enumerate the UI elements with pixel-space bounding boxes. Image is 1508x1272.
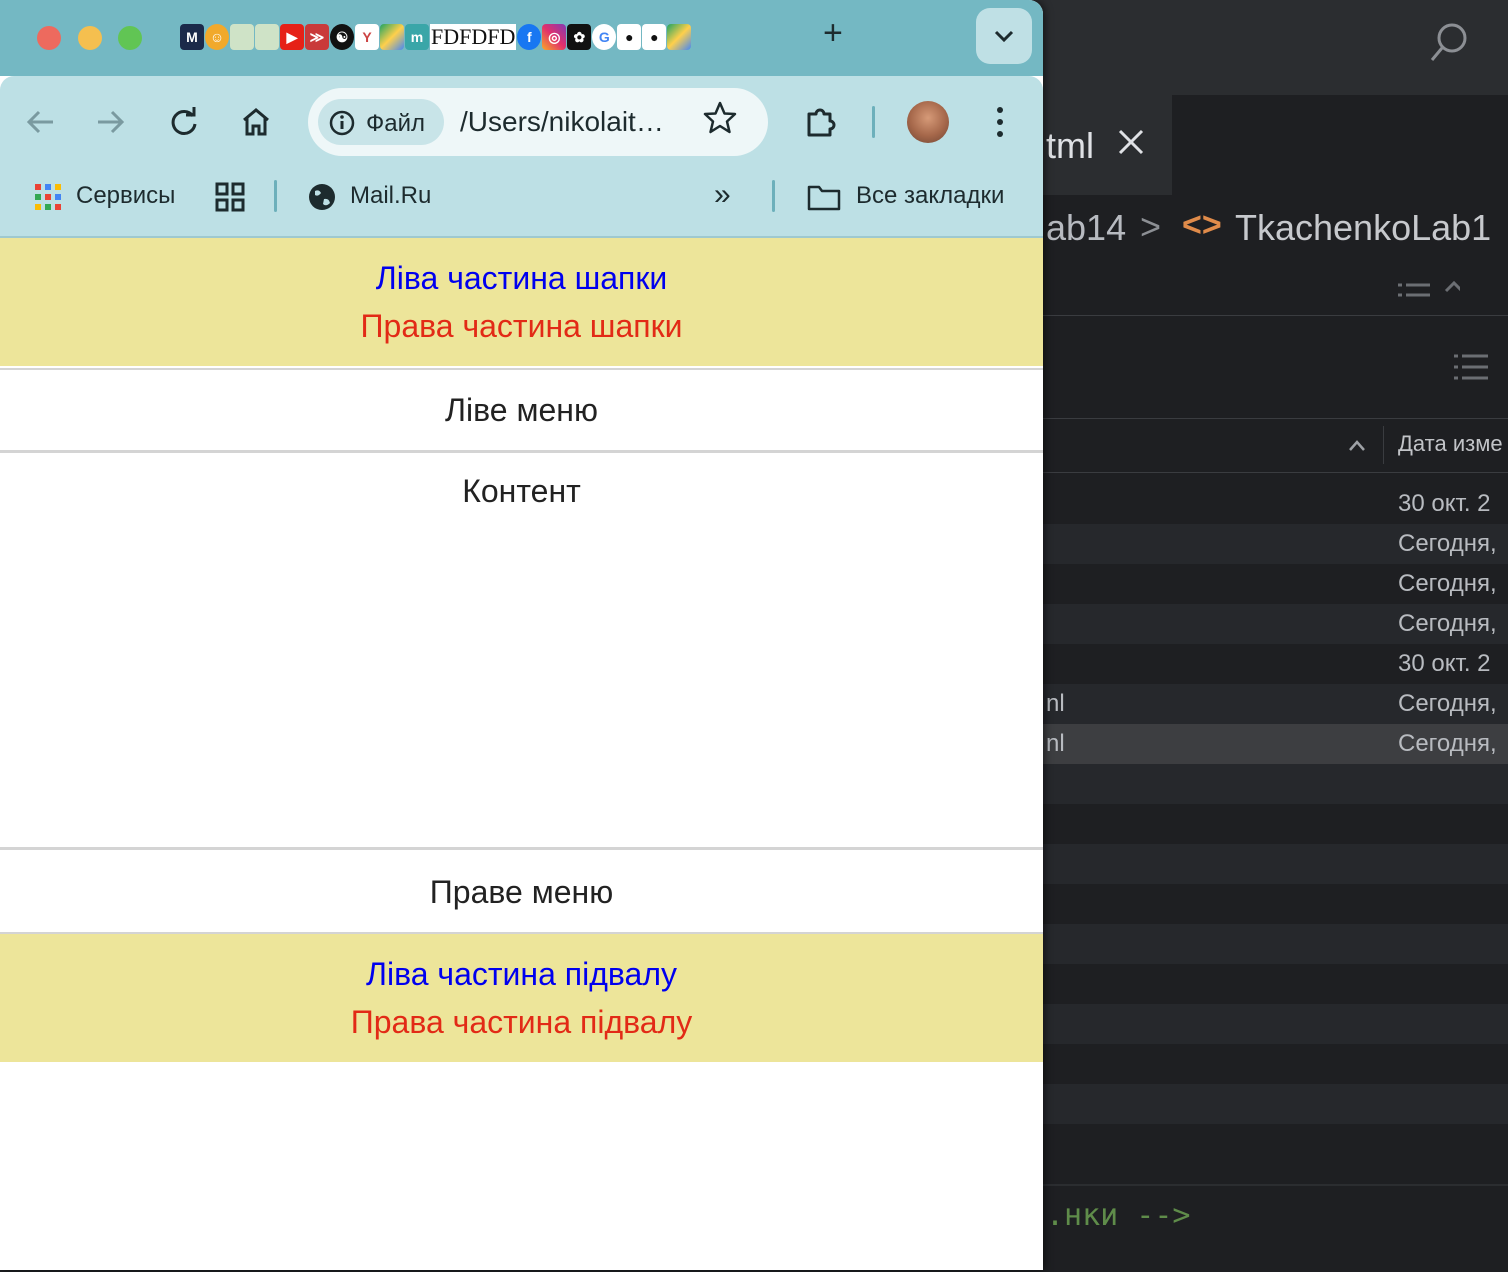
column-date-modified[interactable]: Дата изме — [1398, 431, 1503, 457]
tab-groups-icon[interactable] — [215, 182, 245, 217]
column-divider[interactable] — [1383, 426, 1384, 464]
apps-grid-icon[interactable] — [34, 183, 62, 216]
bookmarks-divider — [274, 180, 277, 212]
window-minimize-button[interactable] — [78, 26, 102, 50]
arrow-left-icon — [26, 110, 53, 134]
tab-favicon-icon[interactable]: ≫ — [305, 24, 329, 50]
header-right: Права частина шапки — [360, 308, 683, 344]
bookmarks-overflow-button[interactable]: » — [714, 178, 731, 212]
all-bookmarks-button[interactable]: Все закладки — [856, 182, 1004, 210]
chevron-right-icon: > — [1140, 206, 1162, 247]
content-area: Контент — [0, 451, 1043, 850]
file-name: nl — [1046, 730, 1065, 757]
address-bar[interactable]: Файл /Users/nikolait… — [308, 88, 768, 156]
google-icon[interactable]: G — [592, 24, 617, 50]
github-icon[interactable]: ● — [617, 24, 642, 50]
instagram-icon[interactable]: ◎ — [542, 24, 567, 50]
profile-avatar[interactable] — [907, 101, 949, 143]
tab-favicon-icon[interactable]: M — [180, 24, 204, 50]
header-left: Ліва частина шапки — [375, 260, 668, 296]
file-date: 30 окт. 2 — [1398, 490, 1491, 517]
close-icon[interactable] — [1116, 124, 1146, 167]
tab-favicon-icon[interactable] — [230, 24, 254, 50]
content-label: Контент — [462, 473, 581, 509]
pinned-tabs: M ☺ ▶ ≫ ☯ Y m FDFDFD f ◎ ✿ G ● ● — [180, 22, 692, 52]
window-close-button[interactable] — [37, 26, 61, 50]
forward-button[interactable] — [89, 100, 133, 144]
bookmark-mail-ru[interactable]: Mail.Ru — [350, 182, 431, 210]
home-icon — [243, 108, 269, 136]
bookmarks-bar: Сервисы Mail.Ru » Все закладки — [0, 168, 1043, 238]
puzzle-icon — [807, 108, 836, 137]
tab-search-button[interactable] — [976, 8, 1032, 64]
site-info-chip[interactable]: Файл — [318, 99, 444, 145]
more-menu-icon[interactable] — [990, 100, 1010, 144]
footer-left: Ліва частина підвалу — [365, 956, 677, 992]
bookmark-star-icon[interactable] — [702, 100, 738, 141]
list-icon[interactable] — [1452, 350, 1508, 392]
file-date: Сегодня, — [1398, 730, 1497, 757]
list-icon[interactable] — [1396, 277, 1464, 315]
code-file-icon: <> — [1182, 206, 1222, 244]
left-menu-label: Ліве меню — [445, 392, 598, 428]
file-date: Сегодня, — [1398, 530, 1497, 557]
tab-strip: M ☺ ▶ ≫ ☯ Y m FDFDFD f ◎ ✿ G ● ● + — [0, 0, 1043, 76]
tab-favicon-text[interactable]: FDFDFD — [430, 24, 517, 50]
url-text[interactable]: /Users/nikolait… — [460, 106, 664, 138]
facebook-icon[interactable]: f — [517, 24, 542, 50]
extensions-button[interactable] — [799, 100, 843, 144]
right-menu-label: Праве меню — [429, 874, 614, 910]
yin-yang-icon[interactable]: ☯ — [330, 24, 354, 50]
breadcrumb-file[interactable]: TkachenkoLab1 — [1235, 207, 1491, 249]
youtube-icon[interactable]: ▶ — [280, 24, 304, 50]
google-drive-icon[interactable] — [667, 24, 692, 50]
search-icon[interactable] — [1428, 20, 1472, 74]
window-zoom-button[interactable] — [118, 26, 142, 50]
file-date: Сегодня, — [1398, 690, 1497, 717]
new-tab-button[interactable]: + — [823, 14, 843, 53]
bookmark-services[interactable]: Сервисы — [76, 182, 175, 210]
folder-icon — [807, 183, 841, 216]
page-footer: Ліва частина підвалу Права частина підва… — [0, 934, 1043, 1062]
code-comment: .нки --> — [1046, 1198, 1191, 1233]
left-menu: Ліве меню — [0, 368, 1043, 453]
file-name: nl — [1046, 690, 1065, 717]
tab-favicon-icon[interactable] — [255, 24, 279, 50]
arrow-right-icon — [98, 110, 125, 134]
reload-icon — [171, 107, 197, 135]
tab-favicon-icon[interactable]: Y — [355, 24, 379, 50]
reload-button[interactable] — [162, 100, 206, 144]
web-page: Ліва частина шапки Права частина шапки Л… — [0, 238, 1043, 1270]
globe-icon — [307, 182, 337, 217]
chevron-down-icon — [994, 30, 1014, 43]
back-button[interactable] — [18, 100, 62, 144]
tab-favicon-icon[interactable]: m — [405, 24, 429, 50]
site-info-label: Файл — [366, 110, 426, 137]
tab-favicon-icon[interactable]: ☺ — [205, 24, 229, 50]
info-icon — [329, 110, 355, 136]
footer-right: Права частина підвалу — [350, 1004, 693, 1040]
browser-toolbar: Файл /Users/nikolait… — [0, 76, 1043, 168]
sort-ascending-icon[interactable] — [1348, 432, 1366, 458]
right-menu: Праве меню — [0, 850, 1043, 934]
home-button[interactable] — [234, 100, 278, 144]
browser-window: M ☺ ▶ ≫ ☯ Y m FDFDFD f ◎ ✿ G ● ● + Файл … — [0, 0, 1043, 1270]
toolbar-divider — [872, 106, 875, 138]
file-date: Сегодня, — [1398, 570, 1497, 597]
breadcrumb-folder[interactable]: ab14 — [1046, 207, 1126, 249]
bookmarks-divider — [772, 180, 775, 212]
file-date: 30 окт. 2 — [1398, 650, 1491, 677]
file-date: Сегодня, — [1398, 610, 1497, 637]
google-drive-icon[interactable] — [380, 24, 404, 50]
editor-tab-title[interactable]: tml — [1046, 125, 1094, 167]
page-header: Ліва частина шапки Права частина шапки — [0, 238, 1043, 366]
openai-icon[interactable]: ✿ — [567, 24, 592, 50]
github-icon[interactable]: ● — [642, 24, 667, 50]
